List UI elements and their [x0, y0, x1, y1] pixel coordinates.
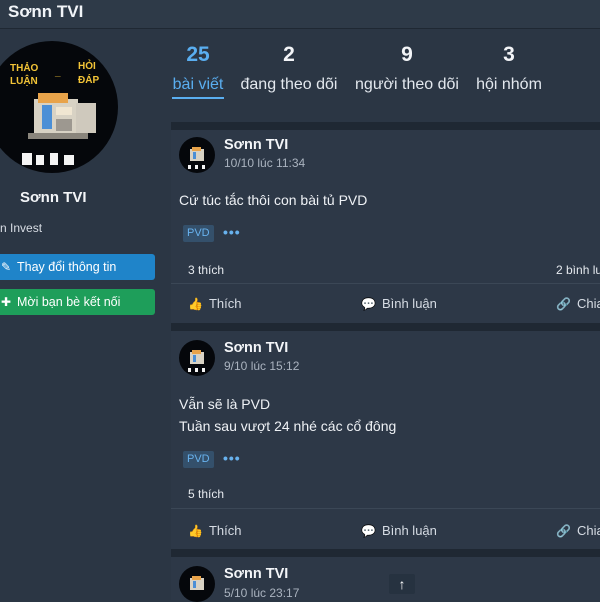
arrow-up-icon: ↑ — [398, 576, 406, 592]
tab-posts[interactable]: 25 bài viết — [172, 42, 224, 99]
following-count: 2 — [283, 43, 295, 66]
tab-groups[interactable]: 3 hội nhóm — [476, 42, 542, 96]
pencil-icon: ✎ — [0, 260, 12, 274]
stock-tag[interactable]: PVD — [183, 451, 214, 468]
avatar-word-4: HỎI — [78, 59, 96, 72]
invite-friends-label: Mời bạn bè kết nối — [17, 295, 121, 309]
avatar-word-1: THẢO — [10, 61, 39, 74]
post-author-avatar[interactable] — [179, 137, 215, 173]
add-user-icon: ✚ — [0, 295, 12, 309]
avatar-word-3: _ — [54, 67, 61, 78]
profile-avatar[interactable]: THẢO HỎI LUẬN _ ĐÁP — [0, 41, 118, 173]
thumbs-up-icon: 👍 — [188, 523, 203, 538]
avatar-word-5: ĐÁP — [78, 73, 99, 86]
share-label: Chia — [576, 523, 600, 538]
active-tab-underline — [172, 97, 224, 99]
link-icon: 🔗 — [556, 296, 571, 311]
comment-label: Bình luận — [381, 296, 437, 311]
page-title: Sơnn TVI — [8, 2, 84, 21]
post-time[interactable]: 9/10 lúc 15:12 — [224, 359, 299, 373]
following-label: đang theo dõi — [240, 76, 338, 93]
scroll-to-top-button[interactable]: ↑ — [389, 574, 415, 594]
comment-label: Bình luận — [381, 523, 437, 538]
top-bar: Sơnn TVI — [0, 0, 600, 29]
more-dots-icon[interactable]: ••• — [223, 224, 241, 240]
stock-tag[interactable]: PVD — [183, 225, 214, 242]
like-label: Thích — [208, 523, 242, 538]
post-divider — [171, 283, 600, 284]
like-label: Thích — [208, 296, 242, 311]
comment-icon: 💬 — [361, 296, 376, 311]
link-icon: 🔗 — [556, 523, 571, 538]
followers-label: người theo dõi — [355, 76, 459, 93]
avatar-logo-small — [190, 576, 204, 590]
profile-name: Sơnn TVI — [20, 189, 87, 206]
profile-organization: n Invest — [0, 221, 43, 235]
like-count[interactable]: 3 thích — [188, 263, 224, 277]
feed-separator — [171, 323, 600, 331]
post-time[interactable]: 5/10 lúc 23:17 — [224, 586, 299, 600]
share-button[interactable]: 🔗 Chia — [556, 296, 600, 311]
like-count[interactable]: 5 thích — [188, 487, 224, 501]
post-author-avatar[interactable] — [179, 566, 215, 602]
post-divider — [171, 508, 600, 509]
post-card: Sơnn TVI 5/10 lúc 23:17 — [171, 557, 600, 602]
groups-count: 3 — [503, 43, 515, 66]
like-button[interactable]: 👍 Thích — [188, 523, 241, 538]
avatar-logo: THẢO HỎI LUẬN _ ĐÁP — [10, 59, 99, 165]
avatar-logo-small — [188, 350, 205, 372]
comment-icon: 💬 — [361, 523, 376, 538]
post-body-line: Vẫn sẽ là PVD — [179, 396, 271, 412]
feed-separator — [171, 122, 600, 130]
like-button[interactable]: 👍 Thích — [188, 296, 241, 311]
posts-count: 25 — [186, 43, 210, 66]
tab-followers[interactable]: 9 người theo dõi — [355, 42, 459, 96]
more-dots-icon[interactable]: ••• — [223, 450, 241, 466]
post-author-avatar[interactable] — [179, 340, 215, 376]
post-feed: Sơnn TVI 10/10 lúc 11:34 Cứ túc tắc thôi… — [171, 106, 600, 602]
groups-label: hội nhóm — [476, 76, 542, 93]
avatar-logo-small — [188, 147, 205, 169]
post-time[interactable]: 10/10 lúc 11:34 — [224, 156, 305, 170]
comment-count[interactable]: 2 bình lu — [556, 263, 600, 277]
comment-button[interactable]: 💬 Bình luận — [361, 296, 437, 311]
post-body-line: Tuần sau vượt 24 nhé các cổ đông — [179, 418, 397, 434]
post-card: Sơnn TVI 10/10 lúc 11:34 Cứ túc tắc thôi… — [171, 130, 600, 323]
post-author-name[interactable]: Sơnn TVI — [224, 137, 288, 153]
share-button[interactable]: 🔗 Chia — [556, 523, 600, 538]
invite-friends-button[interactable]: ✚ Mời bạn bè kết nối — [0, 289, 155, 315]
edit-profile-label: Thay đổi thông tin — [17, 260, 117, 274]
thumbs-up-icon: 👍 — [188, 296, 203, 311]
post-card: Sơnn TVI 9/10 lúc 15:12 Vẫn sẽ là PVD Tu… — [171, 331, 600, 549]
post-author-name[interactable]: Sơnn TVI — [224, 340, 288, 356]
edit-profile-button[interactable]: ✎ Thay đổi thông tin — [0, 254, 155, 280]
feed-separator — [171, 549, 600, 557]
post-author-name[interactable]: Sơnn TVI — [224, 566, 288, 582]
share-label: Chia — [576, 296, 600, 311]
posts-label: bài viết — [172, 76, 224, 93]
followers-count: 9 — [401, 43, 413, 66]
comment-button[interactable]: 💬 Bình luận — [361, 523, 437, 538]
avatar-word-2: LUẬN — [10, 74, 38, 87]
tab-following[interactable]: 2 đang theo dõi — [240, 42, 338, 96]
post-body-line: Cứ túc tắc thôi con bài tủ PVD — [179, 192, 368, 208]
